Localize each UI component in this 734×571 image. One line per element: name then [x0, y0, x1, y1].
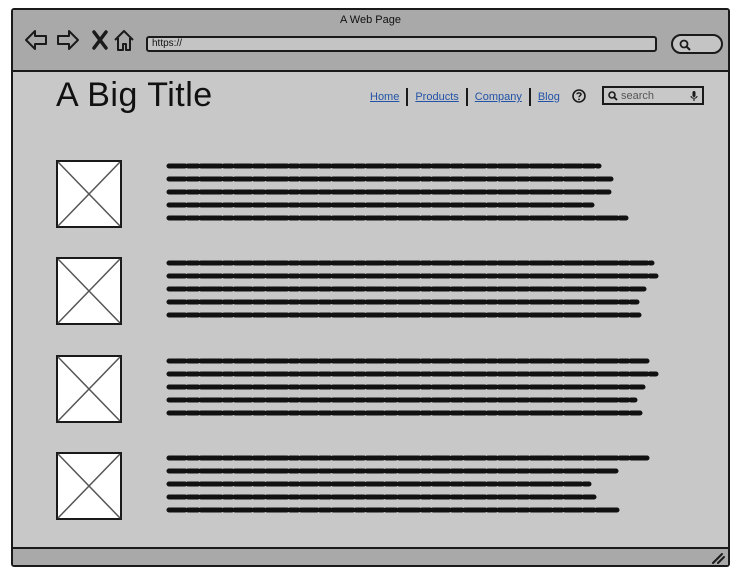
browser-search-field[interactable] — [671, 34, 723, 54]
close-icon[interactable] — [88, 28, 112, 52]
image-placeholder — [56, 355, 122, 423]
page-search-field[interactable]: search — [602, 86, 704, 105]
nav-link-company[interactable]: Company — [468, 87, 529, 107]
address-bar[interactable]: https:// — [146, 36, 657, 52]
placeholder-text-block — [166, 455, 653, 513]
nav-link-products[interactable]: Products — [408, 87, 465, 107]
placeholder-text-block — [166, 260, 659, 318]
forward-arrow-icon[interactable] — [56, 28, 80, 52]
image-placeholder — [56, 452, 122, 520]
placeholder-text-block — [166, 358, 659, 416]
browser-toolbar: A Web Page https:// — [13, 10, 728, 72]
list-item — [56, 257, 716, 327]
nav-link-home[interactable]: Home — [363, 87, 406, 107]
list-item — [56, 452, 716, 522]
search-icon — [608, 91, 618, 101]
search-icon — [679, 39, 691, 51]
page-title: A Big Title — [56, 76, 213, 114]
screen: A Web Page https:// A Big Title Home Pro… — [0, 0, 734, 571]
window-title: A Web Page — [340, 14, 401, 26]
help-icon[interactable] — [572, 89, 586, 103]
main-nav: Home Products Company Blog — [363, 87, 567, 107]
back-arrow-icon[interactable] — [24, 28, 48, 52]
list-item — [56, 355, 716, 425]
list-item — [56, 160, 716, 230]
home-icon[interactable] — [112, 28, 136, 52]
image-placeholder — [56, 257, 122, 325]
resize-grip-icon[interactable] — [711, 552, 725, 564]
placeholder-text-block — [166, 163, 629, 221]
search-placeholder: search — [621, 90, 655, 102]
status-bar — [13, 547, 728, 565]
image-placeholder — [56, 160, 122, 228]
browser-window: A Web Page https:// A Big Title Home Pro… — [11, 8, 730, 567]
nav-link-blog[interactable]: Blog — [531, 87, 567, 107]
microphone-icon[interactable] — [690, 90, 698, 102]
